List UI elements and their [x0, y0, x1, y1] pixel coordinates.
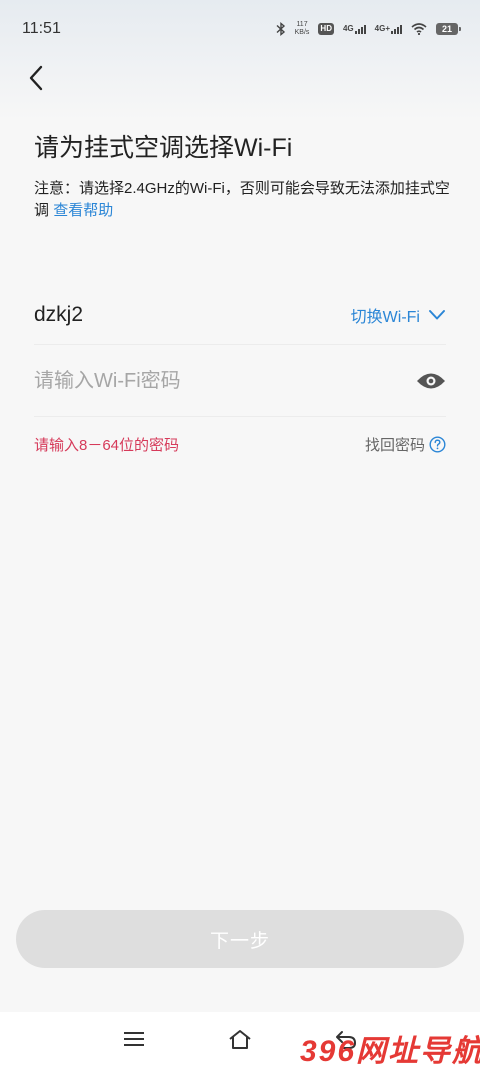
watermark: 396网址导航	[300, 1035, 480, 1068]
network-speed-unit: KB/s	[294, 29, 310, 36]
chevron-down-icon	[429, 310, 445, 320]
next-step-button[interactable]: 下一步	[16, 910, 464, 968]
question-circle-icon	[429, 436, 446, 453]
status-bar: 11:51 117 KB/s HD 4G 4G+ 21	[0, 0, 480, 58]
notice-text: 注意：请选择2.4GHz的Wi-Fi，否则可能会导致无法添加挂式空调 查看帮助	[34, 178, 454, 222]
network-speed: 117 KB/s	[295, 21, 310, 37]
battery-level: 21	[441, 24, 452, 34]
back-button[interactable]	[18, 60, 54, 96]
help-link[interactable]: 查看帮助	[53, 202, 113, 219]
bluetooth-icon	[276, 22, 286, 36]
switch-wifi-label: 切换Wi-Fi	[350, 309, 420, 326]
home-icon[interactable]	[227, 1027, 253, 1056]
find-password-label: 找回密码	[364, 437, 425, 454]
status-icons: 117 KB/s HD 4G 4G+ 21	[276, 21, 461, 37]
signal-plus-icon: 4G+	[375, 24, 402, 34]
password-row	[34, 346, 446, 417]
signal-plus-label: 4G+	[374, 24, 390, 33]
status-time: 11:51	[22, 20, 61, 37]
switch-wifi-button[interactable]: 切换Wi-Fi	[351, 303, 446, 327]
menu-icon[interactable]	[122, 1027, 146, 1056]
password-length-hint: 请输入8－64位的密码	[34, 437, 180, 454]
wifi-ssid: dzkj2	[34, 303, 84, 326]
page-title: 请为挂式空调选择Wi-Fi	[34, 134, 293, 162]
wifi-icon	[411, 23, 427, 35]
signal-label: 4G	[342, 24, 354, 33]
find-password-link[interactable]: 找回密码	[365, 434, 446, 455]
eye-icon[interactable]	[416, 371, 446, 391]
network-speed-value: 117	[296, 21, 308, 28]
hd-voice-icon: HD	[318, 23, 334, 35]
wifi-row: dzkj2 切换Wi-Fi	[34, 286, 446, 345]
battery-icon: 21	[436, 23, 461, 35]
signal-icon: 4G	[343, 24, 366, 34]
hint-row: 请输入8－64位的密码 找回密码	[34, 434, 446, 455]
chevron-left-icon	[29, 65, 43, 91]
password-input[interactable]	[34, 369, 394, 393]
